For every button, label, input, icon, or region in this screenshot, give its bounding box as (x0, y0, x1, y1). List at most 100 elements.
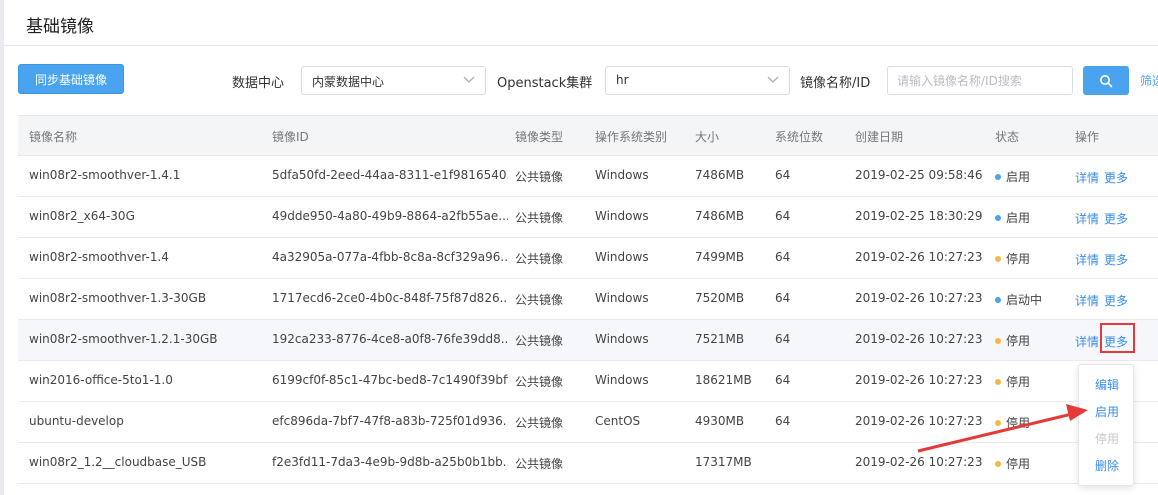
search-input[interactable] (887, 66, 1073, 95)
datacenter-select[interactable]: 内蒙数据中心 (301, 66, 486, 95)
header-size: 大小 (695, 130, 720, 144)
row-actions: 详情 更多 (1075, 210, 1128, 227)
cell-image-id: 49dde950-4a80-49b9-8864-a2fb55ae... (272, 209, 508, 223)
header-actions: 操作 (1075, 130, 1100, 144)
header-id: 镜像ID (272, 130, 309, 144)
cluster-select[interactable]: hr (605, 66, 790, 95)
cell-status: 停用 (995, 373, 1030, 390)
cell-type: 公共镜像 (515, 334, 564, 348)
status-label: 停用 (1006, 457, 1031, 471)
detail-link[interactable]: 详情 (1075, 171, 1099, 185)
status-dot-icon (995, 337, 1001, 344)
cell-image-id: 1717ecd6-2ce0-4b0c-848f-75f87d826... (272, 291, 508, 305)
cell-created: 2019-02-26 10:27:23 (855, 455, 983, 469)
cell-created: 2019-02-26 10:27:23 (855, 250, 983, 264)
filter-link[interactable]: 筛选 (1140, 72, 1158, 89)
status-dot-icon (995, 214, 1001, 221)
cell-size: 7520MB (695, 291, 745, 305)
header-type: 镜像类型 (515, 130, 564, 144)
table-row: win2016-office-5to1-1.0 6199cf0f-85c1-47b… (18, 361, 1158, 402)
header-os: 操作系统类别 (595, 130, 668, 144)
status-label: 启用 (1006, 170, 1031, 184)
cell-type: 公共镜像 (515, 457, 564, 471)
more-link[interactable]: 更多 (1104, 171, 1128, 185)
cell-status: 停用 (995, 332, 1030, 349)
datacenter-label: 数据中心 (232, 76, 285, 91)
annotation-highlight-box (1100, 323, 1135, 353)
cell-bits: 64 (775, 414, 791, 428)
header-bits: 系统位数 (775, 130, 824, 144)
cell-os: Windows (595, 250, 649, 264)
cell-created: 2019-02-26 10:27:23 (855, 414, 983, 428)
cell-status: 停用 (995, 250, 1030, 267)
status-dot-icon (995, 419, 1001, 426)
dropdown-item-edit[interactable]: 编辑 (1079, 376, 1135, 393)
table-row: win08r2-smoothver-1.4 4a32905a-077a-4fbb-… (18, 238, 1158, 279)
cell-size: 4930MB (695, 414, 745, 428)
table-row: win08r2-smoothver-1.3-30GB 1717ecd6-2ce0-… (18, 279, 1158, 320)
cell-created: 2019-02-26 10:27:23 (855, 373, 983, 387)
dropdown-item-disable: 停用 (1094, 432, 1119, 446)
cell-size: 17317MB (695, 455, 752, 469)
dropdown-item-enable[interactable]: 启用 (1079, 403, 1135, 420)
chevron-down-icon (767, 76, 779, 83)
table-body: win08r2-smoothver-1.4.1 5dfa50fd-2eed-44a… (18, 156, 1158, 484)
cell-image-id: 6199cf0f-85c1-47bc-bed8-7c1490f39bff (272, 373, 508, 387)
header-name: 镜像名称 (29, 130, 78, 144)
sync-base-image-button[interactable]: 同步基础镜像 (18, 64, 124, 94)
cell-created: 2019-02-25 09:58:46 (855, 168, 983, 182)
header-created: 创建日期 (855, 130, 904, 144)
cell-created: 2019-02-26 10:27:23 (855, 291, 983, 305)
table-row: win08r2-smoothver-1.2.1-30GB 192ca233-877… (18, 320, 1158, 361)
table-row: ubuntu-develop efc896da-7bf7-47f8-a83b-72… (18, 402, 1158, 443)
cell-type: 公共镜像 (515, 170, 564, 184)
more-link[interactable]: 更多 (1104, 212, 1128, 226)
cell-bits: 64 (775, 291, 791, 305)
cell-status: 停用 (995, 414, 1030, 431)
detail-link[interactable]: 详情 (1075, 212, 1099, 226)
cell-name: win08r2-smoothver-1.2.1-30GB (29, 332, 218, 346)
detail-link[interactable]: 详情 (1075, 253, 1099, 267)
cell-image-id: f2e3fd11-7da3-4e9b-9d8b-a25b0b1bb... (272, 455, 508, 469)
status-label: 停用 (1006, 416, 1031, 430)
page: 基础镜像 同步基础镜像 数据中心 内蒙数据中心 Openstack集群 hr 镜… (0, 0, 1158, 495)
row-actions: 详情 更多 (1075, 169, 1128, 186)
more-link[interactable]: 更多 (1104, 253, 1128, 267)
cell-type: 公共镜像 (515, 375, 564, 389)
status-label: 启动中 (1006, 293, 1043, 307)
cell-size: 7486MB (695, 168, 745, 182)
cell-image-id: 192ca233-8776-4ce8-a0f8-76fe39dd8... (272, 332, 508, 346)
more-actions-dropdown: 编辑 启用 停用 删除 (1078, 364, 1134, 486)
table-row: win08r2-smoothver-1.4.1 5dfa50fd-2eed-44a… (18, 156, 1158, 197)
status-dot-icon (995, 296, 1001, 303)
detail-link[interactable]: 详情 (1075, 294, 1099, 308)
cell-image-id: 5dfa50fd-2eed-44aa-8311-e1f9816540... (272, 168, 508, 182)
cell-name: win08r2-smoothver-1.4.1 (29, 168, 181, 182)
cell-name: win08r2-smoothver-1.3-30GB (29, 291, 207, 305)
cell-bits: 64 (775, 209, 791, 223)
more-link[interactable]: 更多 (1104, 294, 1128, 308)
detail-link[interactable]: 详情 (1075, 335, 1099, 349)
cell-size: 7499MB (695, 250, 745, 264)
page-title: 基础镜像 (26, 17, 94, 37)
status-label: 停用 (1006, 334, 1031, 348)
status-dot-icon (995, 173, 1001, 180)
cell-bits: 64 (775, 332, 791, 346)
dropdown-item-delete[interactable]: 删除 (1079, 457, 1135, 474)
cell-os: Windows (595, 168, 649, 182)
cell-size: 7486MB (695, 209, 745, 223)
cell-name: win2016-office-5to1-1.0 (29, 373, 173, 387)
status-dot-icon (995, 255, 1001, 262)
search-button[interactable] (1083, 66, 1129, 95)
cell-type: 公共镜像 (515, 416, 564, 430)
cell-os: Windows (595, 332, 649, 346)
cell-type: 公共镜像 (515, 252, 564, 266)
cell-os: Windows (595, 209, 649, 223)
cell-bits: 64 (775, 373, 791, 387)
cluster-select-value: hr (616, 73, 629, 87)
cell-size: 18621MB (695, 373, 752, 387)
cell-status: 启用 (995, 209, 1030, 226)
title-bar: 基础镜像 (4, 0, 1158, 46)
cell-status: 启动中 (995, 291, 1042, 308)
table-row: win08r2_x64-30G 49dde950-4a80-49b9-8864-a… (18, 197, 1158, 238)
